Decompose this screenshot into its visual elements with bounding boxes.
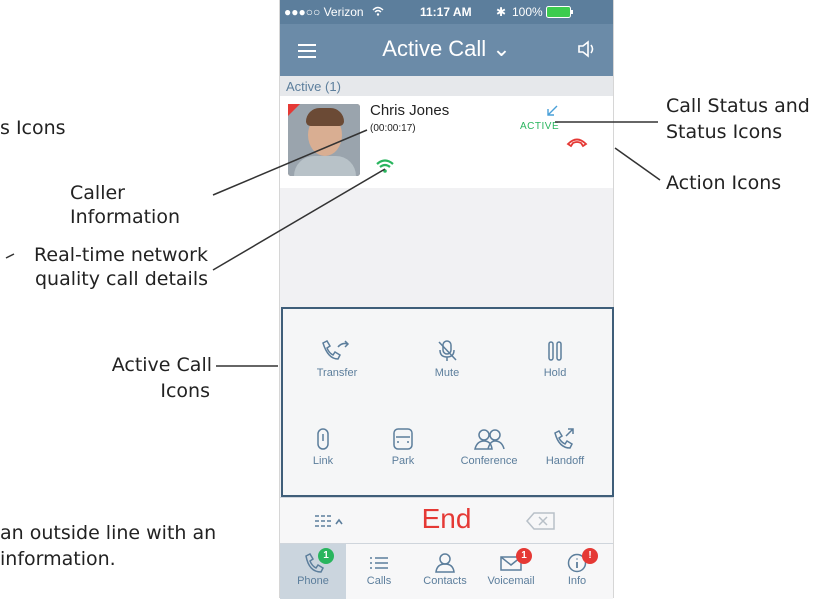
transfer-button[interactable]: Transfer: [297, 339, 377, 379]
hold-button[interactable]: Hold: [515, 339, 595, 379]
section-label: Active (1): [286, 79, 341, 94]
contact-icon: [435, 553, 455, 573]
tab-info-label: Info: [567, 575, 587, 587]
tab-phone-label: Phone: [297, 575, 329, 587]
tab-calls-label: Calls: [366, 575, 392, 587]
caller-name: Chris Jones: [370, 102, 450, 119]
battery-icon: [546, 6, 576, 21]
tab-phone[interactable]: Phone 1: [280, 544, 346, 599]
tab-contacts[interactable]: Contacts: [412, 544, 478, 599]
section-header: Active (1): [280, 76, 613, 96]
link-label: Link: [312, 455, 334, 467]
info-badge: !: [582, 548, 598, 564]
mute-label: Mute: [434, 367, 460, 379]
call-row[interactable]: Chris Jones (00:00:17) ACTIVE: [280, 96, 613, 188]
page-title[interactable]: Active Call ⌄: [280, 36, 613, 62]
mute-button[interactable]: Mute: [407, 339, 487, 379]
hold-icon: [548, 341, 562, 361]
callout-bottom-line2: information.: [0, 548, 116, 570]
handoff-icon: [554, 428, 574, 449]
call-status-label: ACTIVE: [520, 121, 560, 132]
tab-info[interactable]: Info !: [544, 544, 610, 599]
leader-action: [614, 147, 661, 181]
callout-network-line2: quality call details: [34, 268, 208, 290]
park-button[interactable]: Park: [363, 427, 443, 467]
navigation-bar: Active Call ⌄: [280, 24, 613, 76]
tab-calls[interactable]: Calls: [346, 544, 412, 599]
mute-icon: [438, 340, 457, 361]
tab-voicemail[interactable]: Voicemail 1: [478, 544, 544, 599]
park-icon: [393, 428, 413, 450]
callout-status-line1: Call Status and: [666, 95, 810, 117]
network-quality-icon[interactable]: [376, 158, 394, 177]
hold-label: Hold: [543, 367, 567, 379]
callout-active-call-line1: Active Call: [111, 354, 212, 376]
callout-caller-information: Caller Information: [70, 182, 180, 228]
status-bar: ●●●○○ Verizon 11:17 AM ✱ 100%: [280, 0, 613, 24]
tab-bar: Phone 1 Calls Contacts Voicemail 1 Info …: [280, 543, 613, 599]
active-call-icons-panel: Transfer Mute Hold Link Park Conference …: [281, 307, 614, 497]
callout-action-icons: Action Icons: [666, 172, 782, 194]
voicemail-badge: 1: [516, 548, 532, 564]
conference-icon: [474, 429, 505, 450]
wifi-status-icon: [372, 5, 384, 19]
clock: 11:17 AM: [420, 5, 472, 19]
call-duration: (00:00:17): [370, 123, 416, 134]
callout-active-call-line2: Icons: [160, 380, 210, 402]
carrier-label: ●●●○○ Verizon: [284, 5, 364, 19]
transfer-label: Transfer: [316, 367, 358, 379]
backspace-icon[interactable]: [526, 512, 556, 534]
list-icon: [370, 557, 388, 569]
speaker-icon[interactable]: [577, 40, 599, 62]
phone-badge: 1: [318, 548, 334, 564]
bluetooth-icon: ✱: [496, 5, 507, 19]
handoff-label: Handoff: [545, 455, 585, 467]
battery-label: 100%: [512, 5, 543, 19]
park-label: Park: [391, 455, 415, 467]
phone-screen: ●●●○○ Verizon 11:17 AM ✱ 100% Active Cal…: [279, 0, 614, 599]
callout-network-line1: Real-time network: [34, 244, 208, 266]
transfer-icon: [322, 340, 350, 360]
conference-button[interactable]: Conference: [449, 427, 529, 467]
tab-voicemail-label: Voicemail: [487, 575, 535, 587]
callout-status-icons-partial: s Icons: [0, 117, 66, 139]
link-icon: [317, 428, 329, 450]
end-call-button[interactable]: End: [280, 503, 613, 535]
link-button[interactable]: Link: [283, 427, 363, 467]
unread-corner-marker: [288, 104, 300, 116]
tab-contacts-label: Contacts: [423, 575, 467, 587]
callout-bottom-line1: an outside line with an: [0, 522, 217, 544]
end-call-row: End: [280, 497, 613, 544]
callout-status-line2: Status Icons: [666, 121, 783, 143]
conference-label: Conference: [460, 455, 518, 467]
incoming-arrow-icon: [546, 102, 558, 121]
handoff-button[interactable]: Handoff: [525, 427, 605, 467]
hangup-icon[interactable]: [566, 134, 588, 153]
